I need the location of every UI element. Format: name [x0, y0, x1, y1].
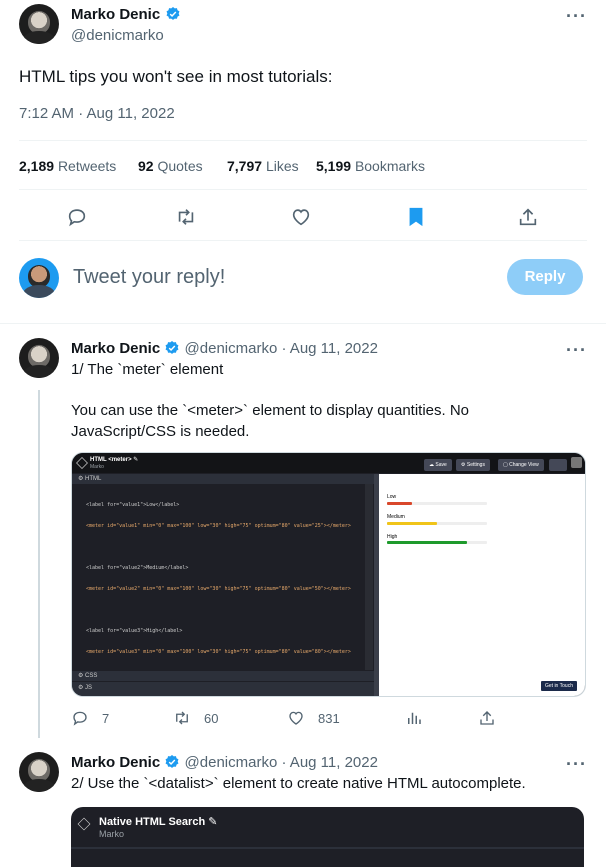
- meter-medium: [387, 522, 487, 525]
- reply-input[interactable]: Tweet your reply!: [73, 266, 225, 289]
- html-panel-label: HTML: [85, 476, 102, 482]
- like-icon[interactable]: [290, 206, 312, 228]
- code-line: <label for="value2">Medium</label>: [86, 565, 189, 571]
- verified-badge-icon: [165, 6, 181, 22]
- preview-pane: Low Medium High Get in Touch: [379, 474, 585, 696]
- reply2-line1: 2/ Use the `<datalist>` element to creat…: [71, 775, 526, 792]
- reply2-embed-author: Marko: [99, 829, 125, 839]
- get-in-touch-button: Get in Touch: [541, 681, 577, 691]
- reply1-line2: You can use the `<meter>` element to dis…: [71, 402, 470, 419]
- composer-avatar[interactable]: [19, 258, 59, 298]
- reply2-embed-image[interactable]: Native HTML Search ✎ Marko: [71, 807, 584, 867]
- html-panel-header: ⚙ HTML: [72, 474, 374, 484]
- reply1-reply-icon[interactable]: [71, 709, 89, 727]
- share-icon[interactable]: [517, 206, 539, 228]
- reply1-share-icon[interactable]: [478, 709, 496, 727]
- reply1-more-icon[interactable]: ···: [566, 340, 587, 361]
- code-line: <meter id="value1" min="0" max="100" low…: [86, 523, 351, 529]
- verified-badge-icon: [164, 340, 180, 356]
- reply1-avatar[interactable]: [19, 338, 59, 378]
- retweet-icon[interactable]: [175, 206, 197, 228]
- bookmark-icon[interactable]: [405, 206, 427, 228]
- reply2-meta[interactable]: @denicmarko · Aug 11, 2022: [185, 754, 378, 771]
- embed-change-view-button: ▢ Change View: [498, 459, 544, 471]
- meter-label-low: Low: [387, 494, 397, 500]
- more-options-icon[interactable]: ···: [566, 6, 587, 27]
- code-line: <label for="value3">High</label>: [86, 628, 183, 634]
- meter-label-high: High: [387, 534, 398, 540]
- reply2-avatar[interactable]: [19, 752, 59, 792]
- reply1-retweet-count[interactable]: 60: [204, 711, 218, 726]
- code-line: <label for="value1">Low</label>: [86, 502, 180, 508]
- author-handle[interactable]: @denicmarko: [71, 27, 164, 44]
- reply2-embed-title: Native HTML Search ✎: [99, 816, 218, 828]
- reply1-like-icon[interactable]: [287, 709, 305, 727]
- embed-title: HTML <meter> ✎: [90, 457, 139, 463]
- reply1-reply-count[interactable]: 7: [102, 711, 109, 726]
- embed-avatar: [571, 457, 582, 468]
- reply1-meta[interactable]: @denicmarko · Aug 11, 2022: [185, 340, 378, 357]
- embed-image[interactable]: HTML <meter> ✎ Marko ☁ Save ⚙ Settings ▢…: [71, 452, 586, 697]
- code-scrollbar: [365, 484, 373, 670]
- reply1-line1: 1/ The `meter` element: [71, 361, 224, 378]
- meter-label-medium: Medium: [387, 514, 405, 520]
- embed-settings-button: ⚙ Settings: [456, 459, 490, 471]
- reply1-author-name[interactable]: Marko Denic: [71, 340, 160, 357]
- embed-save-button: ☁ Save: [424, 459, 452, 471]
- codepen-logo-icon: [77, 817, 91, 831]
- reply1-like-count[interactable]: 831: [318, 711, 340, 726]
- embed-menu-button: [549, 459, 567, 471]
- verified-badge-icon: [164, 754, 180, 770]
- author-name[interactable]: Marko Denic: [71, 6, 160, 23]
- reply1-analytics-icon[interactable]: [405, 709, 423, 727]
- reply1-line3: JavaScript/CSS is needed.: [71, 423, 250, 440]
- stat-retweets[interactable]: 2,189 Retweets: [19, 158, 116, 174]
- css-panel-label: CSS: [85, 673, 98, 679]
- js-panel-header: ⚙ JS: [72, 682, 374, 696]
- code-line: <meter id="value3" min="0" max="100" low…: [86, 649, 351, 655]
- thread-line: [38, 390, 40, 738]
- tweet-timestamp[interactable]: 7:12 AM · Aug 11, 2022: [19, 105, 175, 122]
- reply2-header: Marko Denic @denicmarko · Aug 11, 2022: [71, 754, 378, 771]
- reply-button[interactable]: Reply: [507, 259, 583, 295]
- stat-likes[interactable]: 7,797 Likes: [227, 158, 299, 174]
- reply2-more-icon[interactable]: ···: [566, 754, 587, 775]
- html-code: <label for="value1">Low</label> <meter i…: [86, 488, 351, 670]
- avatar[interactable]: [19, 4, 59, 44]
- js-panel-label: JS: [85, 685, 93, 691]
- stat-quotes[interactable]: 92 Quotes: [138, 158, 203, 174]
- meter-low: [387, 502, 487, 505]
- embed-author: Marko: [90, 464, 104, 470]
- reply1-header: Marko Denic @denicmarko · Aug 11, 2022: [71, 340, 378, 357]
- reply2-author-name[interactable]: Marko Denic: [71, 754, 160, 771]
- css-panel-header: ⚙ CSS: [72, 671, 374, 681]
- tweet-text: HTML tips you won't see in most tutorial…: [19, 67, 333, 86]
- reply-icon[interactable]: [66, 206, 88, 228]
- meter-high: [387, 541, 487, 544]
- stat-bookmarks[interactable]: 5,199 Bookmarks: [316, 158, 425, 174]
- reply1-retweet-icon[interactable]: [173, 709, 191, 727]
- code-line: <meter id="value2" min="0" max="100" low…: [86, 586, 351, 592]
- author-row: Marko Denic: [71, 6, 181, 24]
